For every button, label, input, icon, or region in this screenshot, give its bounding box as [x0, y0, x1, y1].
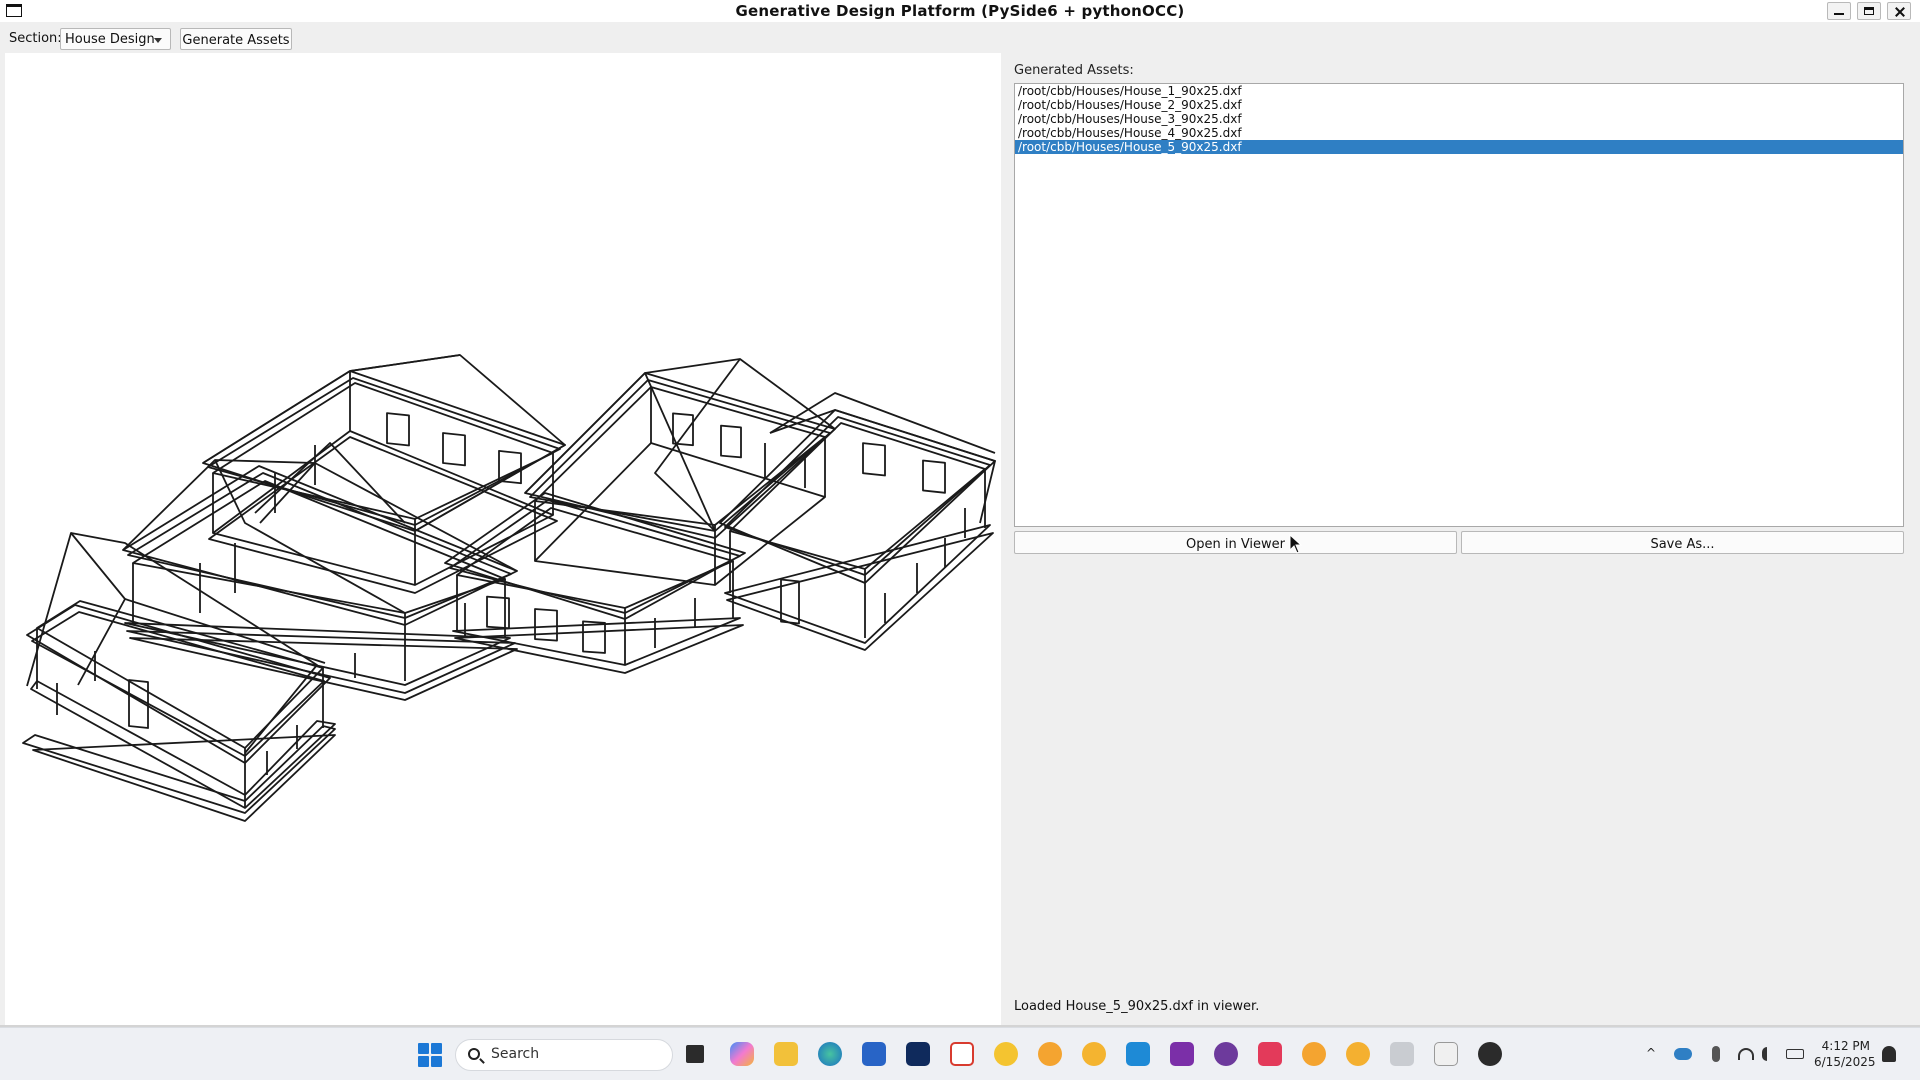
copilot-icon[interactable]	[730, 1042, 754, 1066]
chevron-down-icon	[154, 38, 162, 43]
list-item[interactable]: /root/cbb/Houses/House_2_90x25.dxf	[1015, 98, 1903, 112]
section-dropdown[interactable]: House Design	[60, 28, 171, 50]
file-explorer-icon[interactable]	[774, 1042, 798, 1066]
battery-icon[interactable]	[1786, 1049, 1804, 1059]
pdf-tool-icon[interactable]	[950, 1042, 974, 1066]
task-view-icon[interactable]	[686, 1045, 704, 1063]
onedrive-icon[interactable]	[1674, 1048, 1692, 1060]
maximize-button[interactable]	[1857, 2, 1881, 20]
open-in-viewer-button[interactable]: Open in Viewer	[1014, 531, 1457, 554]
window-title: Generative Design Platform (PySide6 + py…	[735, 2, 1185, 20]
search-icon	[468, 1048, 480, 1060]
speaker-icon[interactable]	[1762, 1047, 1776, 1061]
minimize-button[interactable]	[1827, 2, 1851, 20]
chrome-icon[interactable]	[1302, 1042, 1326, 1066]
window-app-icon[interactable]	[1390, 1042, 1414, 1066]
assets-header: Generated Assets:	[1014, 63, 1134, 78]
list-item[interactable]: /root/cbb/Houses/House_1_90x25.dxf	[1015, 84, 1903, 98]
title-bar: Generative Design Platform (PySide6 + py…	[0, 0, 1920, 22]
app-icon[interactable]	[1258, 1042, 1282, 1066]
notification-bell-icon[interactable]	[1882, 1046, 1896, 1062]
mouse-cursor-icon	[1289, 534, 1303, 554]
toolbar: Section: House Design Generate Assets	[0, 26, 1920, 52]
microphone-icon[interactable]	[1712, 1046, 1720, 1062]
store-icon[interactable]	[862, 1042, 886, 1066]
vscode-icon[interactable]	[1126, 1042, 1150, 1066]
save-as-button[interactable]: Save As...	[1461, 531, 1904, 554]
onenote-icon[interactable]	[1170, 1042, 1194, 1066]
edge-icon[interactable]	[818, 1042, 842, 1066]
search-placeholder: Search	[491, 1046, 540, 1062]
section-label: Section:	[9, 31, 62, 46]
status-text: Loaded House_5_90x25.dxf in viewer.	[1014, 999, 1260, 1014]
chrome-icon[interactable]	[1038, 1042, 1062, 1066]
chrome-icon[interactable]	[1082, 1042, 1106, 1066]
taskbar: Search ^ 4:12 PM 6/15/2025	[0, 1027, 1920, 1080]
clock-date: 6/15/2025	[1814, 1055, 1876, 1069]
generate-assets-button[interactable]: Generate Assets	[180, 28, 292, 50]
clock-time: 4:12 PM	[1821, 1039, 1870, 1053]
wireframe-house-model	[22, 354, 996, 822]
chrome-icon[interactable]	[1346, 1042, 1370, 1066]
clock[interactable]: 4:12 PM 6/15/2025	[1814, 1038, 1876, 1070]
github-icon[interactable]	[1214, 1042, 1238, 1066]
chevron-up-icon[interactable]: ^	[1646, 1046, 1656, 1060]
taskbar-search[interactable]: Search	[455, 1039, 673, 1071]
list-item-selected[interactable]: /root/cbb/Houses/House_5_90x25.dxf	[1015, 140, 1903, 154]
3d-viewer[interactable]	[5, 53, 1001, 1025]
wifi-icon[interactable]	[1738, 1048, 1754, 1060]
section-dropdown-value: House Design	[65, 32, 155, 47]
terminal-icon[interactable]	[906, 1042, 930, 1066]
list-item[interactable]: /root/cbb/Houses/House_4_90x25.dxf	[1015, 126, 1903, 140]
obs-icon[interactable]	[1478, 1042, 1502, 1066]
close-button[interactable]	[1887, 2, 1911, 20]
chrome-icon[interactable]	[994, 1042, 1018, 1066]
assets-list[interactable]: /root/cbb/Houses/House_1_90x25.dxf /root…	[1014, 83, 1904, 527]
assets-panel: Generated Assets: /root/cbb/Houses/House…	[1001, 53, 1920, 1025]
windows-start-icon[interactable]	[418, 1043, 442, 1067]
list-item[interactable]: /root/cbb/Houses/House_3_90x25.dxf	[1015, 112, 1903, 126]
linux-icon[interactable]	[1434, 1042, 1458, 1066]
